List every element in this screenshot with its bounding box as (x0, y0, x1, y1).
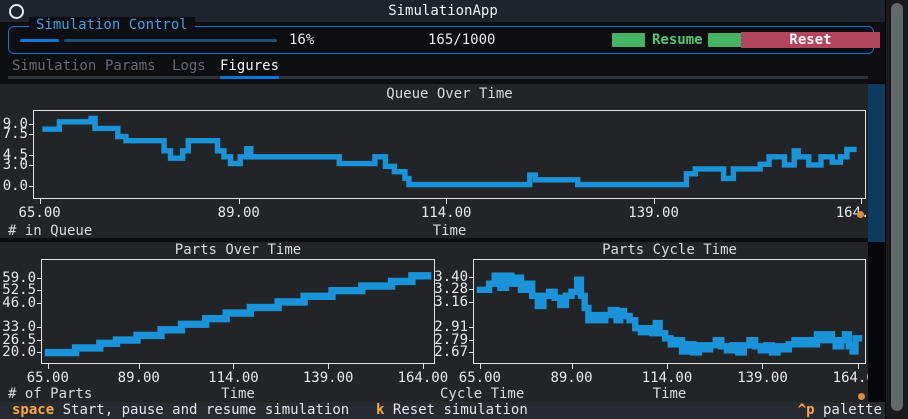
y-tick-label: 3.16 (432, 294, 468, 310)
x-tick-label: 114.00 (637, 371, 697, 385)
window-scrollbar-thumb[interactable] (891, 3, 903, 411)
y-tick-mark (37, 340, 41, 341)
y-tick-mark (469, 327, 473, 328)
y-tick-label: 2.67 (432, 344, 468, 360)
reset-button-indicator[interactable] (708, 33, 741, 47)
x-tick-mark (762, 364, 763, 369)
x-tick-mark (858, 364, 859, 369)
key-hint-space-desc[interactable]: Start, pause and resume simulation (63, 402, 350, 418)
simulation-app-window: SimulationApp Simulation Control 16% 165… (0, 0, 908, 419)
y-tick-mark (37, 278, 41, 279)
figure-parts-over-time: Parts Over Time # of Parts Time 59.052.5… (0, 242, 444, 402)
y-tick-label: 7.5 (0, 126, 28, 142)
chart-title: Queue Over Time (33, 86, 866, 102)
y-tick-mark (37, 303, 41, 304)
series-line (477, 276, 863, 353)
y-tick-mark (469, 289, 473, 290)
x-tick-mark (446, 199, 447, 204)
x-tick-mark (139, 364, 140, 369)
simulation-control-panel: Simulation Control 16% 165/1000 Resume R… (8, 26, 874, 54)
y-tick-mark (29, 165, 33, 166)
resume-button-indicator[interactable] (612, 33, 645, 47)
key-hint-palette[interactable]: ^p (798, 402, 815, 418)
x-tick-label: 114.00 (416, 206, 476, 220)
x-tick-mark (233, 364, 234, 369)
x-tick-label: 65.00 (450, 371, 510, 385)
series-line (45, 276, 431, 353)
x-tick-mark (239, 199, 240, 204)
y-tick-mark (469, 352, 473, 353)
tab-underline-track (8, 76, 868, 79)
figures-scrollbar-thumb[interactable] (868, 84, 885, 242)
x-tick-mark (861, 199, 862, 204)
progress-bar-remaining (64, 39, 277, 42)
footer-bar: space Start, pause and resume simulation… (0, 402, 886, 419)
orange-marker-dot (857, 211, 864, 218)
resume-button[interactable]: Resume (652, 27, 703, 53)
tab-params[interactable]: Params (105, 56, 156, 76)
x-tick-mark (667, 364, 668, 369)
orange-marker-dot (858, 393, 865, 400)
key-hint-k[interactable]: k (376, 402, 384, 418)
y-tick-mark (469, 302, 473, 303)
y-tick-mark (469, 277, 473, 278)
x-tick-label: 89.00 (109, 371, 169, 385)
x-tick-mark (572, 364, 573, 369)
x-tick-label: 89.00 (209, 206, 269, 220)
x-tick-label: 139.00 (732, 371, 792, 385)
y-tick-mark (29, 155, 33, 156)
panel-legend: Simulation Control (29, 17, 195, 33)
x-tick-mark (423, 364, 424, 369)
x-tick-label: 139.00 (298, 371, 358, 385)
x-tick-label: 65.00 (18, 371, 78, 385)
tab-figures[interactable]: Figures (220, 56, 279, 76)
x-axis-caption: Time (41, 386, 435, 402)
x-axis-caption: Time (473, 386, 866, 402)
y-tick-label: 3.0 (0, 157, 28, 173)
y-tick-mark (37, 327, 41, 328)
y-tick-mark (37, 352, 41, 353)
chart-plot-area (33, 110, 866, 199)
y-tick-label: 0.0 (0, 178, 28, 194)
figure-parts-cycle-time: Parts Cycle Time Cycle Time Time 3.403.2… (440, 242, 868, 402)
tab-logs[interactable]: Logs (172, 56, 206, 76)
series-line (42, 118, 856, 184)
y-tick-label: 20.0 (0, 344, 36, 360)
chart-plot-area (473, 259, 866, 364)
key-hint-k-desc[interactable]: Reset simulation (393, 402, 528, 418)
chart-title: Parts Cycle Time (473, 242, 866, 258)
reset-button[interactable]: Reset (741, 32, 880, 48)
chart-title: Parts Over Time (41, 242, 435, 258)
tab-simulation[interactable]: Simulation (12, 56, 96, 76)
progress-bar-fill (20, 39, 59, 42)
y-tick-mark (29, 186, 33, 187)
x-tick-mark (654, 199, 655, 204)
x-tick-label: 139.00 (624, 206, 684, 220)
y-tick-mark (29, 124, 33, 125)
y-tick-mark (29, 134, 33, 135)
tab-active-underline (220, 76, 279, 79)
x-tick-label: 65.00 (10, 206, 70, 220)
x-tick-label: 89.00 (542, 371, 602, 385)
x-tick-mark (48, 364, 49, 369)
chart-plot-area (41, 259, 435, 364)
figure-queue-over-time: Queue Over Time # in Queue Time 9.07.54.… (0, 84, 868, 238)
x-tick-label: 114.00 (203, 371, 263, 385)
x-tick-mark (328, 364, 329, 369)
y-tick-label: 46.0 (0, 295, 36, 311)
x-tick-mark (480, 364, 481, 369)
y-tick-mark (469, 340, 473, 341)
progress-percent: 16% (289, 27, 314, 53)
key-hint-palette-desc[interactable]: palette (823, 402, 882, 418)
y-tick-mark (37, 290, 41, 291)
progress-count: 165/1000 (428, 27, 495, 53)
x-tick-mark (40, 199, 41, 204)
key-hint-space[interactable]: space (12, 402, 54, 418)
x-axis-caption: Time (33, 223, 866, 239)
